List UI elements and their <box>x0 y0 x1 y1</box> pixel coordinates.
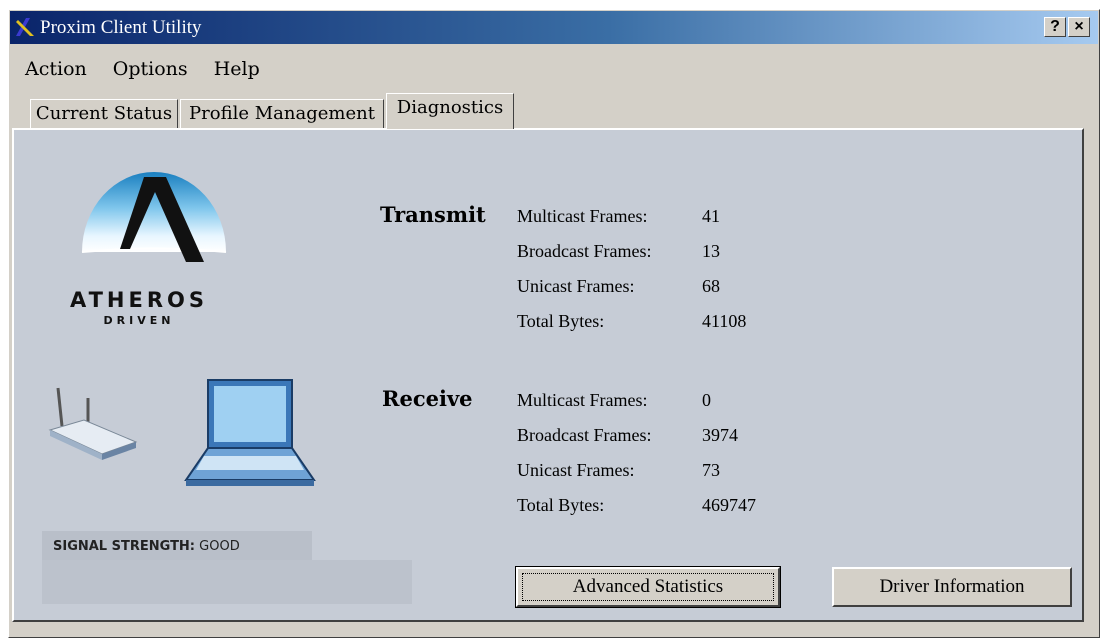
signal-strength: SIGNAL STRENGTH: GOOD <box>53 539 240 554</box>
help-button[interactable]: ? <box>1044 17 1066 37</box>
tab-profile-management[interactable]: Profile Management <box>180 99 384 129</box>
driver-information-button[interactable]: Driver Information <box>832 567 1072 607</box>
tx-broadcast-value: 13 <box>702 241 720 261</box>
menu-action[interactable]: Action <box>25 58 87 80</box>
title-bar[interactable]: Proxim Client Utility ? × <box>10 11 1098 44</box>
menu-help[interactable]: Help <box>214 58 260 80</box>
rx-unicast-label: Unicast Frames: <box>517 460 635 480</box>
tx-multicast-value: 41 <box>702 206 720 226</box>
signal-strength-background <box>42 560 412 604</box>
window-title: Proxim Client Utility <box>40 17 202 38</box>
atheros-brand: ATHEROS <box>69 288 208 312</box>
tab-current-status[interactable]: Current Status <box>30 99 178 129</box>
tx-unicast-label: Unicast Frames: <box>517 276 635 296</box>
rx-total-bytes-value: 469747 <box>702 495 756 515</box>
menu-options[interactable]: Options <box>113 58 188 80</box>
advanced-statistics-button[interactable]: Advanced Statistics <box>515 566 781 608</box>
focus-rectangle <box>522 573 774 601</box>
signal-strength-value: GOOD <box>199 539 240 554</box>
transmit-heading: Transmit <box>380 202 486 227</box>
laptop-icon <box>184 379 316 486</box>
close-button[interactable]: × <box>1068 17 1090 37</box>
tx-unicast-value: 68 <box>702 276 720 296</box>
rx-multicast-value: 0 <box>702 390 711 410</box>
signal-strength-label: SIGNAL STRENGTH: <box>53 539 196 554</box>
driver-information-label: Driver Information <box>879 576 1025 597</box>
tab-diagnostics[interactable]: Diagnostics <box>386 93 514 129</box>
router-icon <box>48 387 138 460</box>
tx-total-bytes-label: Total Bytes: <box>517 311 605 331</box>
rx-total-bytes-label: Total Bytes: <box>517 495 605 515</box>
rx-unicast-value: 73 <box>702 460 720 480</box>
tx-total-bytes-value: 41108 <box>702 311 747 331</box>
rx-multicast-label: Multicast Frames: <box>517 390 648 410</box>
rx-broadcast-value: 3974 <box>702 425 738 445</box>
proxim-x-icon <box>16 18 34 36</box>
menu-bar: Action Options Help <box>25 58 280 80</box>
atheros-tagline: DRIVEN <box>103 314 175 327</box>
rx-broadcast-label: Broadcast Frames: <box>517 425 652 445</box>
diagnostics-panel: ATHEROS DRIVEN SIGNAL STRENGTH: GOOD Tra… <box>12 128 1084 622</box>
tx-multicast-label: Multicast Frames: <box>517 206 648 226</box>
tx-broadcast-label: Broadcast Frames: <box>517 241 652 261</box>
receive-heading: Receive <box>382 386 473 411</box>
